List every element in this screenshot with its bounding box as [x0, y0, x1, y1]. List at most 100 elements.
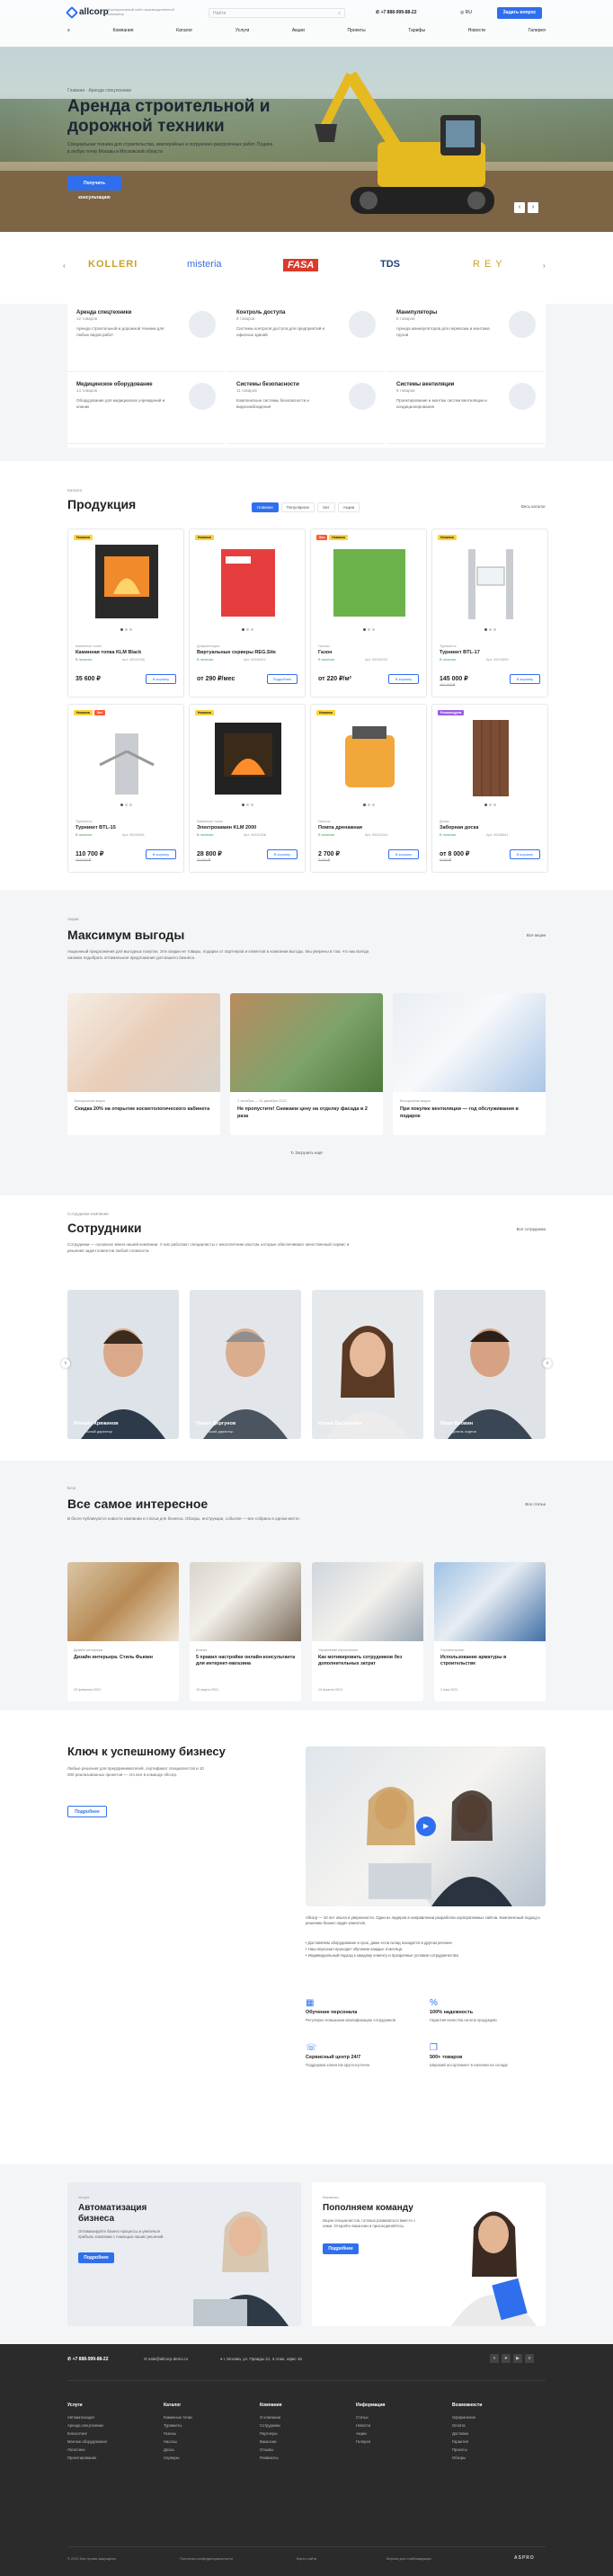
- add-to-cart-button[interactable]: В корзину: [146, 849, 176, 859]
- privacy-link[interactable]: Политика конфиденциальности: [180, 2556, 233, 2561]
- add-to-cart-button[interactable]: В корзину: [388, 674, 419, 684]
- search-input[interactable]: Найти ⌕: [209, 8, 345, 18]
- product-name[interactable]: Виртуальные серверы REG.Site: [197, 650, 300, 655]
- brand-misteria[interactable]: misteria: [187, 259, 222, 270]
- footer-link[interactable]: Реквизиты: [260, 2454, 345, 2462]
- product-card[interactable]: Новинка Каминные топки Каминная топка KLM …: [67, 529, 184, 697]
- hero-next-button[interactable]: ›: [528, 202, 538, 213]
- product-name[interactable]: Газон: [318, 650, 422, 655]
- brands-prev-button[interactable]: ‹: [63, 262, 66, 270]
- product-card[interactable]: Рекомендуем Доска Заборная доска В наличии А…: [431, 704, 548, 873]
- accessibility-link[interactable]: Версия для слабовидящих: [386, 2556, 431, 2561]
- tab-hit[interactable]: Хит: [317, 502, 335, 512]
- footer-column-title[interactable]: Информация: [356, 2403, 441, 2408]
- footer-link[interactable]: Вакансии: [260, 2438, 345, 2446]
- nav-item-company[interactable]: Компания: [113, 28, 134, 33]
- all-staff-link[interactable]: Все сотрудники: [517, 1227, 546, 1231]
- banner-button[interactable]: Подробнее: [323, 2243, 359, 2254]
- product-card[interactable]: Новинка Хит Турникеты Турникет BTL-15 В нали…: [67, 704, 184, 873]
- product-name[interactable]: Электрокамин KLM 2000: [197, 825, 300, 831]
- product-card[interactable]: Хит Новинка Газоны Газон В наличии Арт. 00033…: [310, 529, 427, 697]
- language-select[interactable]: ◎ RU: [460, 10, 472, 15]
- promo-card[interactable]: Бессрочная акция Скидка 20% на открытие …: [67, 993, 220, 1135]
- footer-phone[interactable]: ✆ +7 888-999-88-22: [67, 2357, 109, 2362]
- brand-kolleri[interactable]: KOLLERI: [88, 259, 138, 270]
- category-card[interactable]: Манипуляторы 5 товаров Аренда манипуляторо…: [387, 304, 545, 372]
- footer-link[interactable]: Гарантия: [452, 2438, 537, 2446]
- article-card[interactable]: Управление персоналом Как мотивировать со…: [312, 1562, 423, 1701]
- footer-link[interactable]: Статьи: [356, 2413, 441, 2421]
- hero-prev-button[interactable]: ‹: [514, 202, 525, 213]
- hiring-banner[interactable]: Вакансии Пополняем команду Ищем специали…: [312, 2182, 546, 2326]
- play-icon[interactable]: ▶: [416, 1817, 436, 1836]
- staff-card[interactable]: Марк Бровин Руководитель отдела: [434, 1290, 546, 1439]
- footer-link[interactable]: Монтаж оборудования: [67, 2438, 153, 2446]
- image-dots[interactable]: [484, 804, 496, 806]
- product-card[interactable]: Новинка Насосы Помпа дренажная В наличии Арт…: [310, 704, 427, 873]
- nav-item-gallery[interactable]: Галерея: [529, 28, 546, 33]
- ok-icon[interactable]: o: [525, 2354, 534, 2363]
- footer-link[interactable]: Автоматизация: [67, 2413, 153, 2421]
- article-card[interactable]: Бизнес 5 правил настройки онлайн-консульт…: [190, 1562, 301, 1701]
- footer-link[interactable]: Доставка: [452, 2429, 537, 2438]
- footer-link[interactable]: Акции: [356, 2429, 441, 2438]
- tab-new[interactable]: Новинки: [252, 502, 279, 512]
- footer-link[interactable]: Проектирование: [67, 2454, 153, 2462]
- brand-fasa[interactable]: FASA: [283, 259, 319, 271]
- product-name[interactable]: Турникет BTL-17: [440, 650, 543, 655]
- add-to-cart-button[interactable]: В корзину: [388, 849, 419, 859]
- image-dots[interactable]: [363, 804, 375, 806]
- add-to-cart-button[interactable]: В корзину: [146, 674, 176, 684]
- staff-card[interactable]: Михаил Кряжинов Генеральный директор: [67, 1290, 179, 1439]
- footer-link[interactable]: Газоны: [164, 2429, 249, 2438]
- header-phone[interactable]: ✆ +7 888-999-88-22: [376, 10, 417, 15]
- footer-email[interactable]: ✉ sale@allcorp-demo.ru: [144, 2357, 188, 2362]
- category-card[interactable]: Контроль доступа 8 товаров Системы контрол…: [227, 304, 385, 372]
- product-card[interactable]: Новинка Турникеты Турникет BTL-17 В наличии…: [431, 529, 548, 697]
- footer-link[interactable]: Аренда спецтехники: [67, 2421, 153, 2429]
- brands-next-button[interactable]: ›: [543, 262, 546, 270]
- footer-link[interactable]: Новости: [356, 2421, 441, 2429]
- all-articles-link[interactable]: Все статьи: [525, 1502, 546, 1506]
- footer-link[interactable]: Каминные топки: [164, 2413, 249, 2421]
- image-dots[interactable]: [363, 628, 375, 631]
- footer-link[interactable]: Серверы: [164, 2454, 249, 2462]
- footer-link[interactable]: Турникеты: [164, 2421, 249, 2429]
- footer-link[interactable]: Оформление: [452, 2413, 537, 2421]
- vk-icon[interactable]: v: [490, 2354, 499, 2363]
- article-card[interactable]: Строительство Использование арматуры в ст…: [434, 1562, 546, 1701]
- footer-link[interactable]: Проекты: [452, 2446, 537, 2454]
- nav-item-menu-icon[interactable]: ≡: [67, 28, 70, 33]
- load-more-button[interactable]: ↻ Загрузить ещё: [0, 1150, 613, 1156]
- search-icon[interactable]: ⌕: [338, 11, 341, 16]
- product-card[interactable]: Новинка Каминные топки Электрокамин KLM 20…: [189, 704, 306, 873]
- footer-link[interactable]: Консалтинг: [67, 2429, 153, 2438]
- image-dots[interactable]: [484, 628, 496, 631]
- footer-column-title[interactable]: Возможности: [452, 2403, 537, 2408]
- promo-card[interactable]: Бессрочная акция При покупке вентиляции …: [393, 993, 546, 1135]
- product-card[interactable]: Новинка Документация Виртуальные серверы R…: [189, 529, 306, 697]
- add-to-cart-button[interactable]: В корзину: [510, 849, 540, 859]
- footer-link[interactable]: Логистика: [67, 2446, 153, 2454]
- footer-link[interactable]: Оплата: [452, 2421, 537, 2429]
- tab-sale[interactable]: Акции: [337, 502, 360, 512]
- staff-card[interactable]: Павел Дергунов Технический директор: [190, 1290, 301, 1439]
- image-dots[interactable]: [120, 628, 132, 631]
- footer-column-title[interactable]: Услуги: [67, 2403, 153, 2408]
- category-card[interactable]: Медицинское оборудование 14 товаров Оборуд…: [67, 376, 225, 444]
- ask-question-button[interactable]: Задать вопрос: [497, 7, 542, 19]
- breadcrumb[interactable]: Главная · Аренда спецтехники: [67, 88, 131, 93]
- category-card[interactable]: Системы безопасности 11 товаров Комплексны…: [227, 376, 385, 444]
- product-name[interactable]: Турникет BTL-15: [76, 825, 179, 831]
- add-to-cart-button[interactable]: Подробнее: [267, 674, 298, 684]
- footer-link[interactable]: Партнеры: [260, 2429, 345, 2438]
- footer-link[interactable]: Доска: [164, 2446, 249, 2454]
- footer-link[interactable]: Насосы: [164, 2438, 249, 2446]
- nav-item-news[interactable]: Новости: [468, 28, 485, 33]
- footer-link[interactable]: Отзывы: [260, 2446, 345, 2454]
- consultation-button[interactable]: Получить консультацию: [67, 176, 121, 200]
- brand-rey[interactable]: REY: [473, 259, 507, 270]
- staff-next-button[interactable]: ›: [543, 1359, 552, 1368]
- tab-popular[interactable]: Популярное: [280, 502, 315, 512]
- footer-link[interactable]: Галерея: [356, 2438, 441, 2446]
